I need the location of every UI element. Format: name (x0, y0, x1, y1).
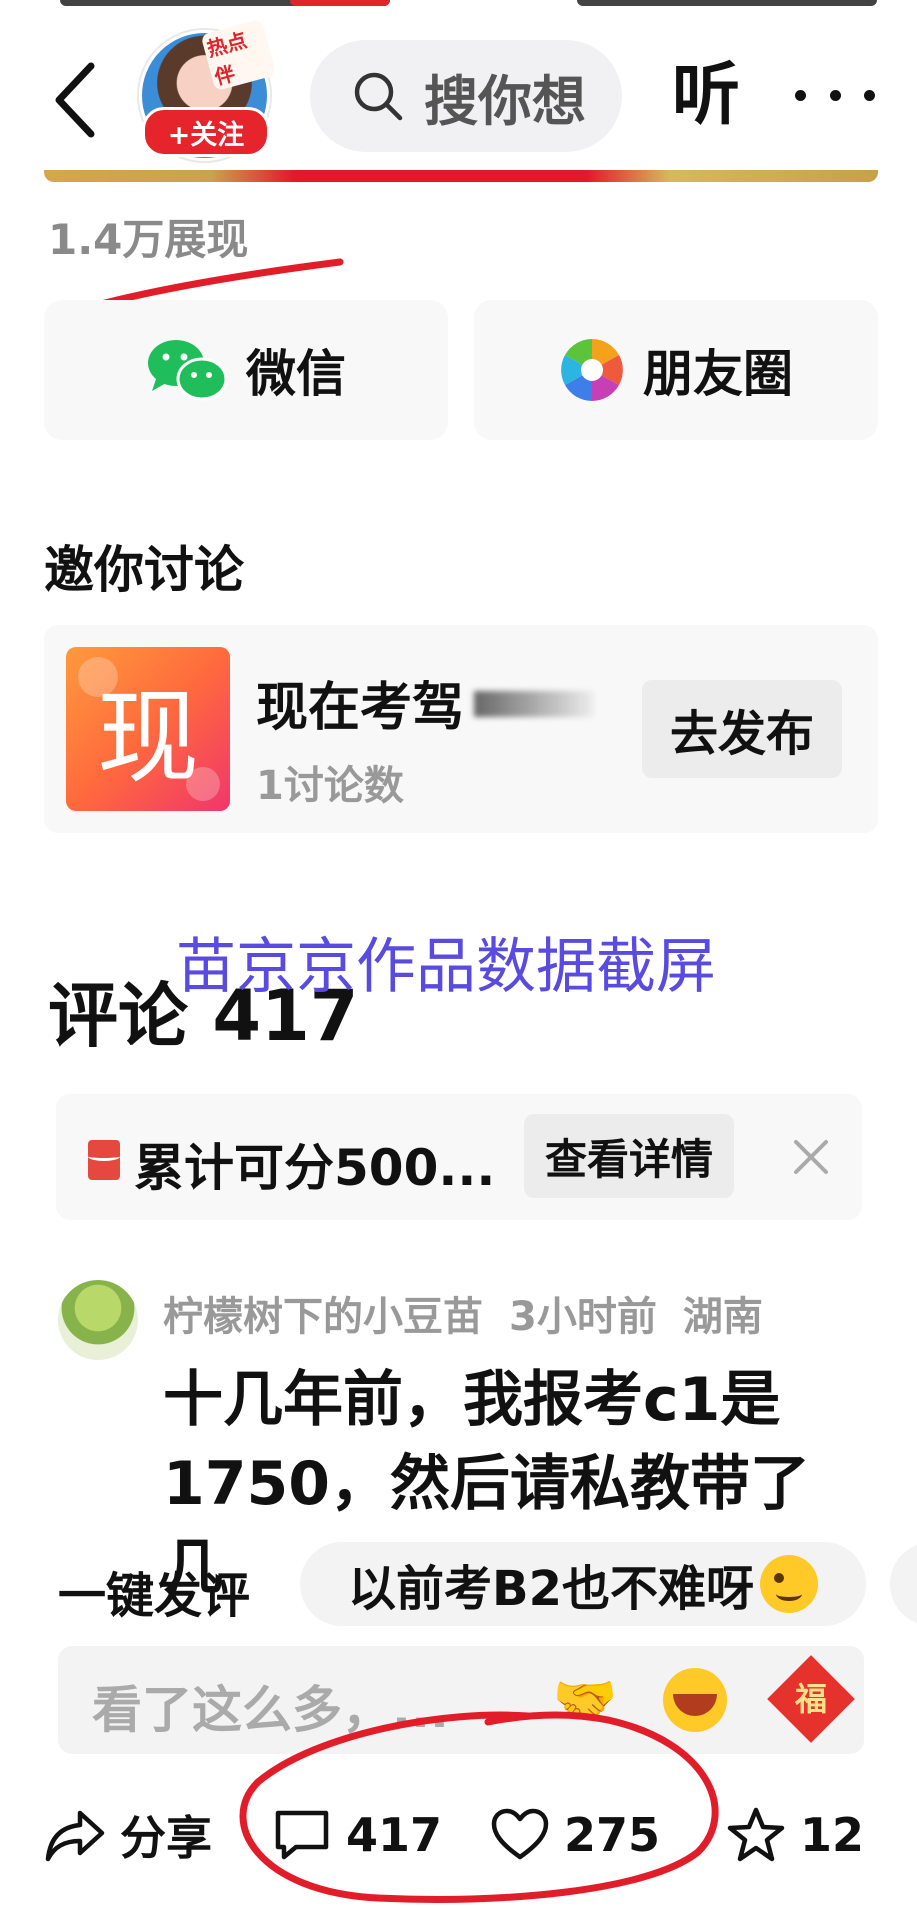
topic-thumbnail: 现 (66, 647, 230, 811)
moments-icon (561, 339, 623, 401)
status-bar (0, 0, 917, 14)
search-placeholder: 搜你想 (424, 69, 586, 133)
back-button[interactable] (40, 50, 110, 150)
watermark-text: 苗京京作品数据截屏 (176, 932, 716, 1002)
favorite-count: 12 (800, 1808, 865, 1862)
reward-notice[interactable]: 累计可分500... 查看详情 (56, 1094, 862, 1220)
wink-emoji-icon (760, 1555, 818, 1613)
more-options-icon[interactable] (795, 55, 875, 135)
hand-drawn-circle (239, 1711, 719, 1903)
quick-reply-label: 一键发评 (58, 1568, 251, 1624)
topic-count: 1讨论数 (256, 763, 404, 809)
red-packet-icon (88, 1140, 120, 1180)
notice-text: 累计可分500... (134, 1139, 496, 1197)
comment-location: 湖南 (682, 1294, 763, 1340)
comment-time: 3小时前 (509, 1294, 657, 1340)
quick-reply-chip-next[interactable] (890, 1542, 917, 1626)
search-input[interactable]: 搜你想 (310, 40, 622, 152)
follow-button[interactable]: +关注 (142, 107, 270, 157)
fu-emoji-icon[interactable]: 福 (767, 1655, 855, 1743)
comment-meta: 柠檬树下的小豆苗 3小时前 湖南 (163, 1284, 789, 1342)
publish-button[interactable]: 去发布 (642, 680, 842, 778)
share-wechat-button[interactable]: 微信 (44, 300, 448, 440)
topic-title: 现在考驾 (256, 678, 465, 738)
share-button[interactable]: 分享 (44, 1790, 212, 1880)
blurred-text (474, 691, 594, 717)
commenter-name[interactable]: 柠檬树下的小豆苗 (163, 1294, 483, 1340)
favorite-button[interactable]: 12 (726, 1790, 864, 1880)
chevron-left-icon (55, 62, 95, 138)
quick-reply-chip[interactable]: 以前考B2也不难呀 (300, 1542, 866, 1626)
wechat-icon (148, 340, 228, 401)
share-moments-button[interactable]: 朋友圈 (474, 300, 878, 440)
listen-button[interactable]: 听 (672, 48, 740, 144)
quick-reply-text: 以前考B2也不难呀 (348, 1561, 754, 1617)
share-icon (45, 1810, 105, 1862)
search-icon (354, 72, 403, 121)
author-avatar-group[interactable]: 热点伴 +关注 (135, 18, 277, 161)
topic-card[interactable]: 现 现在考驾 1讨论数 去发布 (44, 625, 878, 833)
share-moments-label: 朋友圈 (643, 345, 793, 403)
share-label: 分享 (120, 1811, 212, 1865)
invite-section-title: 邀你讨论 (44, 541, 244, 599)
view-details-button[interactable]: 查看详情 (524, 1114, 734, 1198)
share-wechat-label: 微信 (246, 345, 346, 403)
commenter-avatar[interactable] (58, 1280, 138, 1360)
close-icon[interactable] (784, 1130, 838, 1184)
article-image-edge (44, 170, 878, 182)
fu-char: 福 (794, 1680, 827, 1718)
